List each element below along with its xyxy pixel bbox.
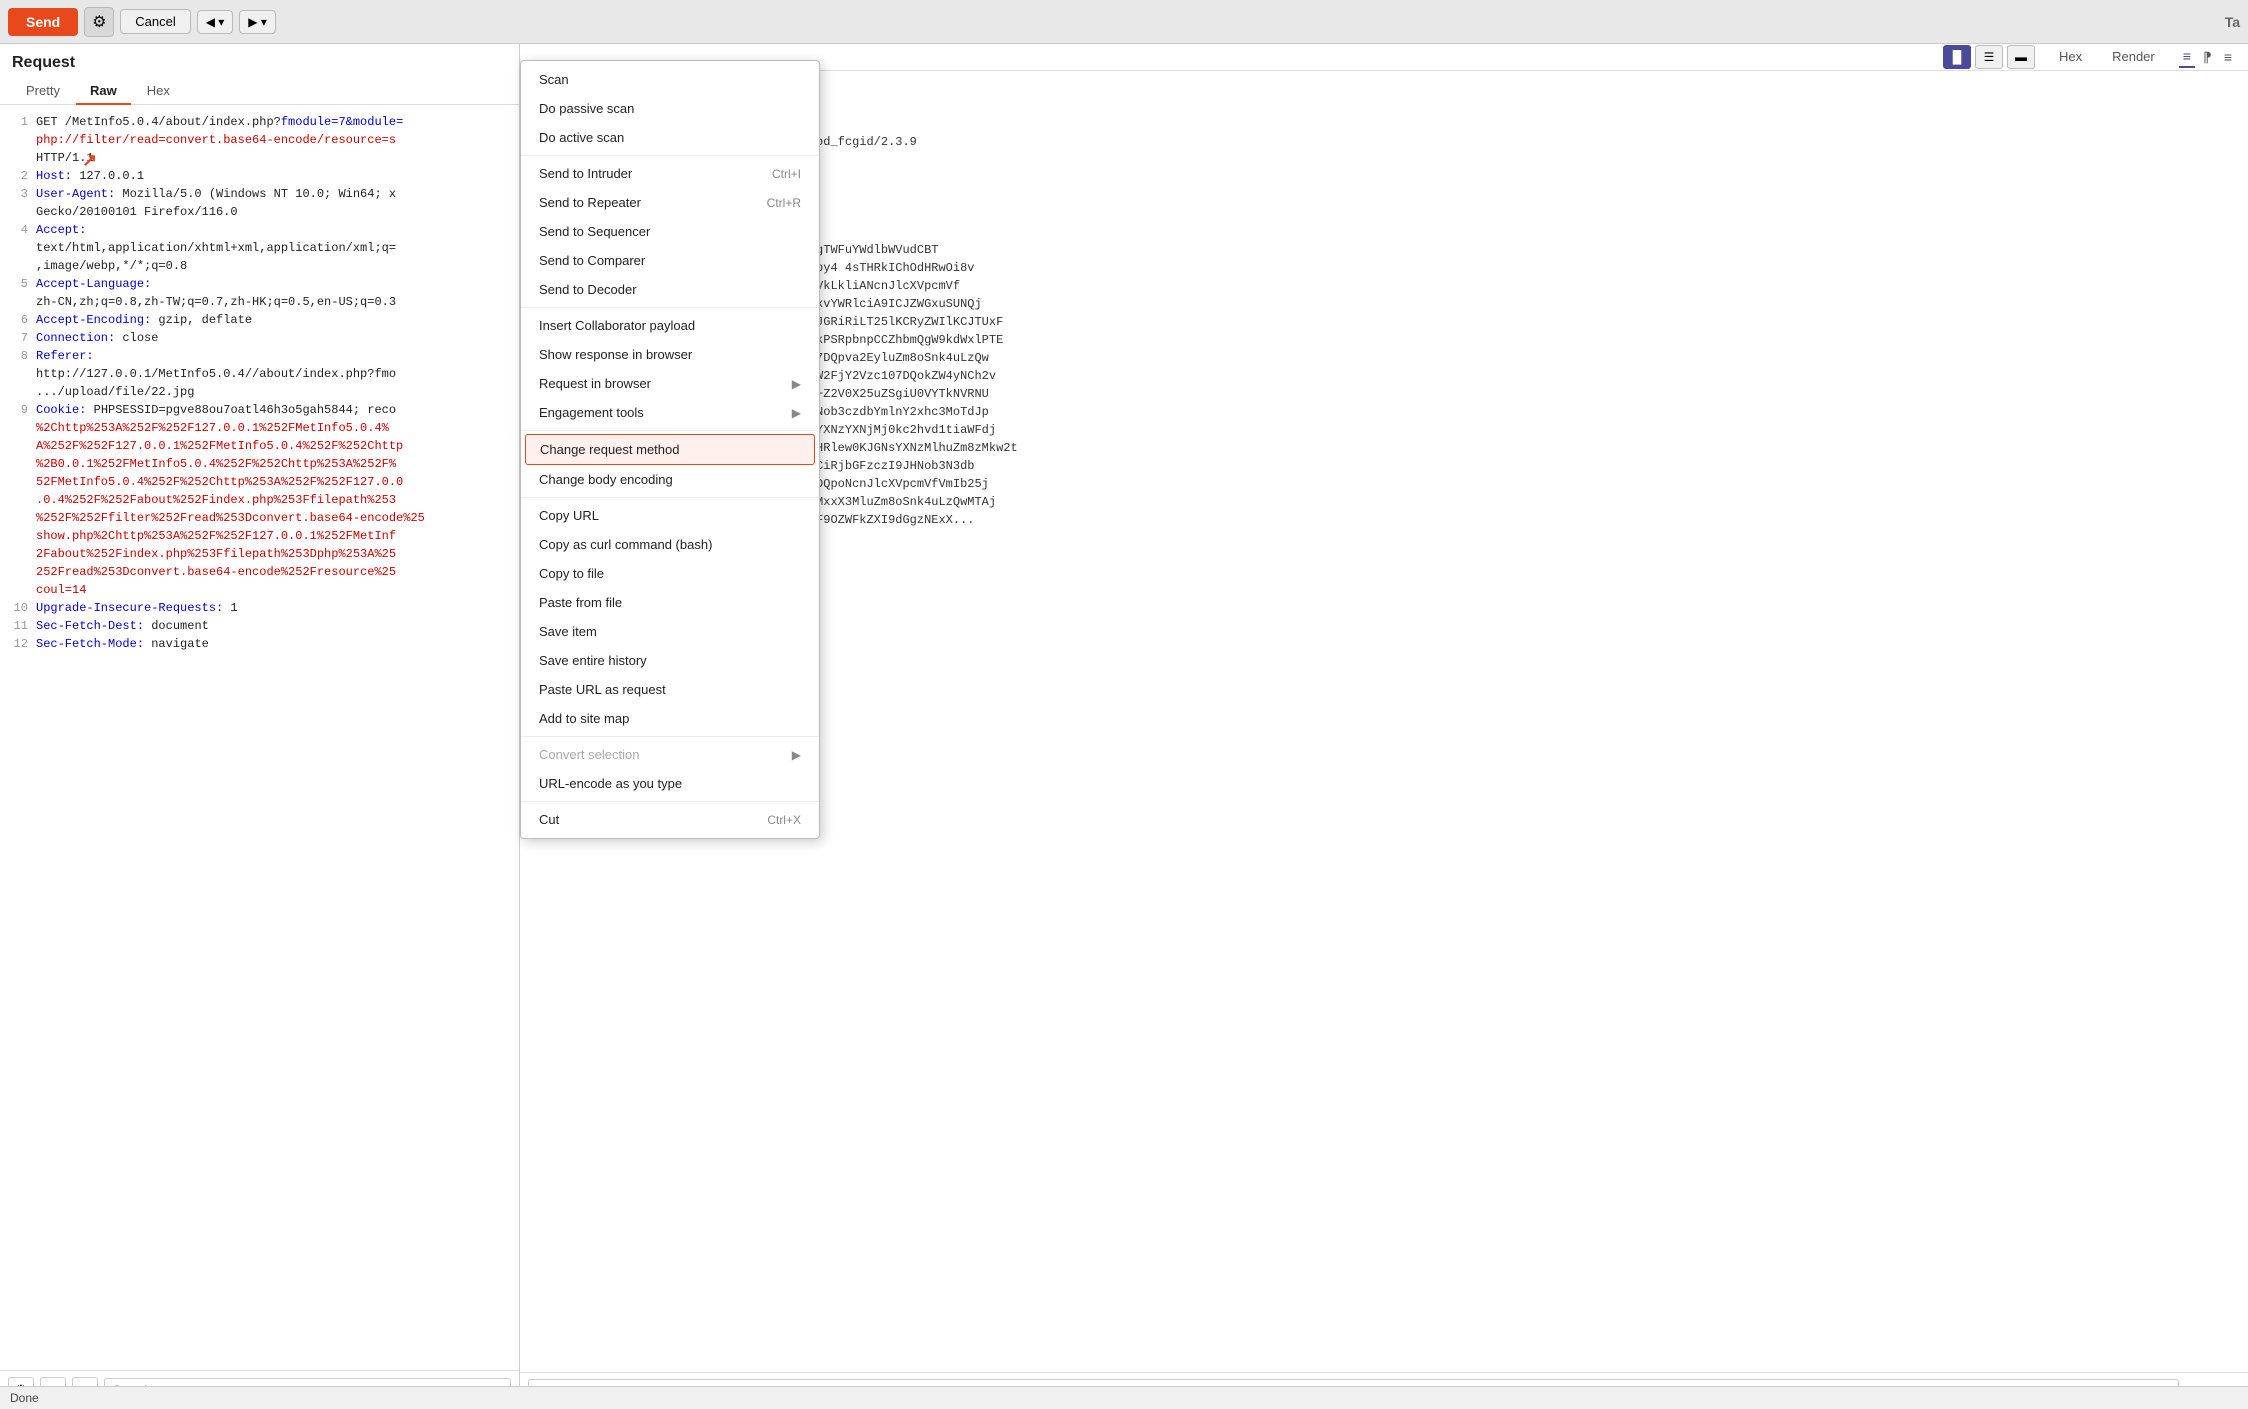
table-row: ,image/webp,*/*;q=0.8 bbox=[4, 257, 515, 275]
status-bar: Done bbox=[0, 1386, 2248, 1409]
tab-raw[interactable]: Raw bbox=[76, 78, 131, 105]
menu-item-change-request-method[interactable]: Change request method bbox=[525, 434, 815, 465]
menu-item-paste-url-request[interactable]: Paste URL as request bbox=[521, 675, 819, 704]
menu-item-change-body-encoding[interactable]: Change body encoding bbox=[521, 465, 819, 494]
menu-divider-5 bbox=[521, 736, 819, 737]
request-panel: Request ↗ Pretty Raw Hex 1 GET /MetInfo5… bbox=[0, 44, 520, 1409]
tab-label: Ta bbox=[2225, 14, 2240, 30]
table-row: .../upload/file/22.jpg bbox=[4, 383, 515, 401]
table-row: A%252F%252F127.0.0.1%252FMetInfo5.0.4%25… bbox=[4, 437, 515, 455]
context-menu: Scan Do passive scan Do active scan Send… bbox=[520, 60, 820, 839]
table-row: Gecko/20100101 Firefox/116.0 bbox=[4, 203, 515, 221]
menu-item-add-site-map[interactable]: Add to site map bbox=[521, 704, 819, 733]
format-icon-list[interactable]: ≡ bbox=[2179, 46, 2195, 68]
menu-item-request-in-browser[interactable]: Request in browser ▶ bbox=[521, 369, 819, 398]
menu-item-show-response-browser[interactable]: Show response in browser bbox=[521, 340, 819, 369]
menu-item-cut[interactable]: Cut Ctrl+X bbox=[521, 805, 819, 834]
menu-item-passive-scan[interactable]: Do passive scan bbox=[521, 94, 819, 123]
table-row: coul=14 bbox=[4, 581, 515, 599]
table-row: %2B0.0.1%252FMetInfo5.0.4%252F%252Chttp%… bbox=[4, 455, 515, 473]
split-view-button[interactable]: ▐▌ bbox=[1943, 45, 1971, 69]
table-row: show.php%2Chttp%253A%252F%252F127.0.0.1%… bbox=[4, 527, 515, 545]
next-button[interactable]: ▶ ▾ bbox=[239, 10, 276, 34]
vertical-view-button[interactable]: ▬ bbox=[2007, 45, 2035, 69]
tab-hex[interactable]: Hex bbox=[133, 78, 184, 105]
menu-item-copy-to-file[interactable]: Copy to file bbox=[521, 559, 819, 588]
menu-item-send-repeater[interactable]: Send to Repeater Ctrl+R bbox=[521, 188, 819, 217]
table-row: 1 GET /MetInfo5.0.4/about/index.php?fmod… bbox=[4, 113, 515, 131]
table-row: %2Chttp%253A%252F%252F127.0.0.1%252FMetI… bbox=[4, 419, 515, 437]
table-row: 6 Accept-Encoding: gzip, deflate bbox=[4, 311, 515, 329]
menu-item-scan[interactable]: Scan bbox=[521, 65, 819, 94]
table-row: zh-CN,zh;q=0.8,zh-TW;q=0.7,zh-HK;q=0.5,e… bbox=[4, 293, 515, 311]
table-row: 11 Sec-Fetch-Dest: document bbox=[4, 617, 515, 635]
tab-render-response[interactable]: Render bbox=[2098, 44, 2169, 71]
menu-item-send-sequencer[interactable]: Send to Sequencer bbox=[521, 217, 819, 246]
table-row: 5 Accept-Language: bbox=[4, 275, 515, 293]
settings-button[interactable]: ⚙ bbox=[84, 7, 114, 37]
table-row: 7 Connection: close bbox=[4, 329, 515, 347]
table-row: 9 Cookie: PHPSESSID=pgve88ou7oatl46h3o5g… bbox=[4, 401, 515, 419]
table-row: 3 User-Agent: Mozilla/5.0 (Windows NT 10… bbox=[4, 185, 515, 203]
menu-divider-2 bbox=[521, 307, 819, 308]
menu-divider-4 bbox=[521, 497, 819, 498]
menu-item-insert-collaborator[interactable]: Insert Collaborator payload bbox=[521, 311, 819, 340]
menu-item-send-comparer[interactable]: Send to Comparer bbox=[521, 246, 819, 275]
tab-hex-response[interactable]: Hex bbox=[2045, 44, 2096, 71]
format-icons: ≡ ⁋ ≡ bbox=[2179, 46, 2236, 68]
menu-divider-6 bbox=[521, 801, 819, 802]
response-tabs: Hex Render bbox=[2045, 44, 2169, 70]
menu-item-save-history[interactable]: Save entire history bbox=[521, 646, 819, 675]
request-editor[interactable]: 1 GET /MetInfo5.0.4/about/index.php?fmod… bbox=[0, 105, 519, 1370]
table-row: 12 Sec-Fetch-Mode: navigate bbox=[4, 635, 515, 653]
send-button[interactable]: Send bbox=[8, 8, 78, 36]
horizontal-view-button[interactable]: ☰ bbox=[1975, 45, 2003, 69]
table-row: HTTP/1.1 bbox=[4, 149, 515, 167]
menu-item-url-encode-type[interactable]: URL-encode as you type bbox=[521, 769, 819, 798]
menu-item-save-item[interactable]: Save item bbox=[521, 617, 819, 646]
main-content: Request ↗ Pretty Raw Hex 1 GET /MetInfo5… bbox=[0, 44, 2248, 1409]
request-title: Request bbox=[0, 44, 519, 78]
prev-button[interactable]: ◀ ▾ bbox=[197, 10, 234, 34]
menu-item-send-intruder[interactable]: Send to Intruder Ctrl+I bbox=[521, 159, 819, 188]
cancel-button[interactable]: Cancel bbox=[120, 9, 190, 34]
menu-divider bbox=[521, 155, 819, 156]
format-icon-lines[interactable]: ⁋ bbox=[2199, 46, 2216, 68]
menu-item-copy-url[interactable]: Copy URL bbox=[521, 501, 819, 530]
table-row: 10 Upgrade-Insecure-Requests: 1 bbox=[4, 599, 515, 617]
menu-item-engagement-tools[interactable]: Engagement tools ▶ bbox=[521, 398, 819, 427]
table-row: text/html,application/xhtml+xml,applicat… bbox=[4, 239, 515, 257]
menu-item-send-decoder[interactable]: Send to Decoder bbox=[521, 275, 819, 304]
done-label: Done bbox=[10, 1391, 39, 1405]
table-row: 8 Referer: bbox=[4, 347, 515, 365]
menu-item-active-scan[interactable]: Do active scan bbox=[521, 123, 819, 152]
raw-tab-arrow: ↗ bbox=[82, 150, 97, 171]
table-row: %252F%252Ffilter%252Fread%253Dconvert.ba… bbox=[4, 509, 515, 527]
table-row: 2 Host: 127.0.0.1 bbox=[4, 167, 515, 185]
format-icon-wrap[interactable]: ≡ bbox=[2220, 46, 2236, 68]
table-row: 52FMetInfo5.0.4%252F%252Chttp%253A%252F%… bbox=[4, 473, 515, 491]
view-mode-icons: ▐▌ ☰ ▬ bbox=[1943, 45, 2035, 69]
toolbar: Send ⚙ Cancel ◀ ▾ ▶ ▾ Ta bbox=[0, 0, 2248, 44]
menu-item-paste-from-file[interactable]: Paste from file bbox=[521, 588, 819, 617]
table-row: php://filter/read=convert.base64-encode/… bbox=[4, 131, 515, 149]
tab-pretty[interactable]: Pretty bbox=[12, 78, 74, 105]
menu-divider-3 bbox=[521, 430, 819, 431]
request-tabs: Pretty Raw Hex bbox=[0, 78, 519, 105]
table-row: 4 Accept: bbox=[4, 221, 515, 239]
table-row: .0.4%252F%252Fabout%252Findex.php%253Ffi… bbox=[4, 491, 515, 509]
menu-item-convert-selection: Convert selection ▶ bbox=[521, 740, 819, 769]
table-row: http://127.0.0.1/MetInfo5.0.4//about/ind… bbox=[4, 365, 515, 383]
menu-item-copy-curl[interactable]: Copy as curl command (bash) bbox=[521, 530, 819, 559]
table-row: 252Fread%253Dconvert.base64-encode%252Fr… bbox=[4, 563, 515, 581]
table-row: 2Fabout%252Findex.php%253Ffilepath%253Dp… bbox=[4, 545, 515, 563]
